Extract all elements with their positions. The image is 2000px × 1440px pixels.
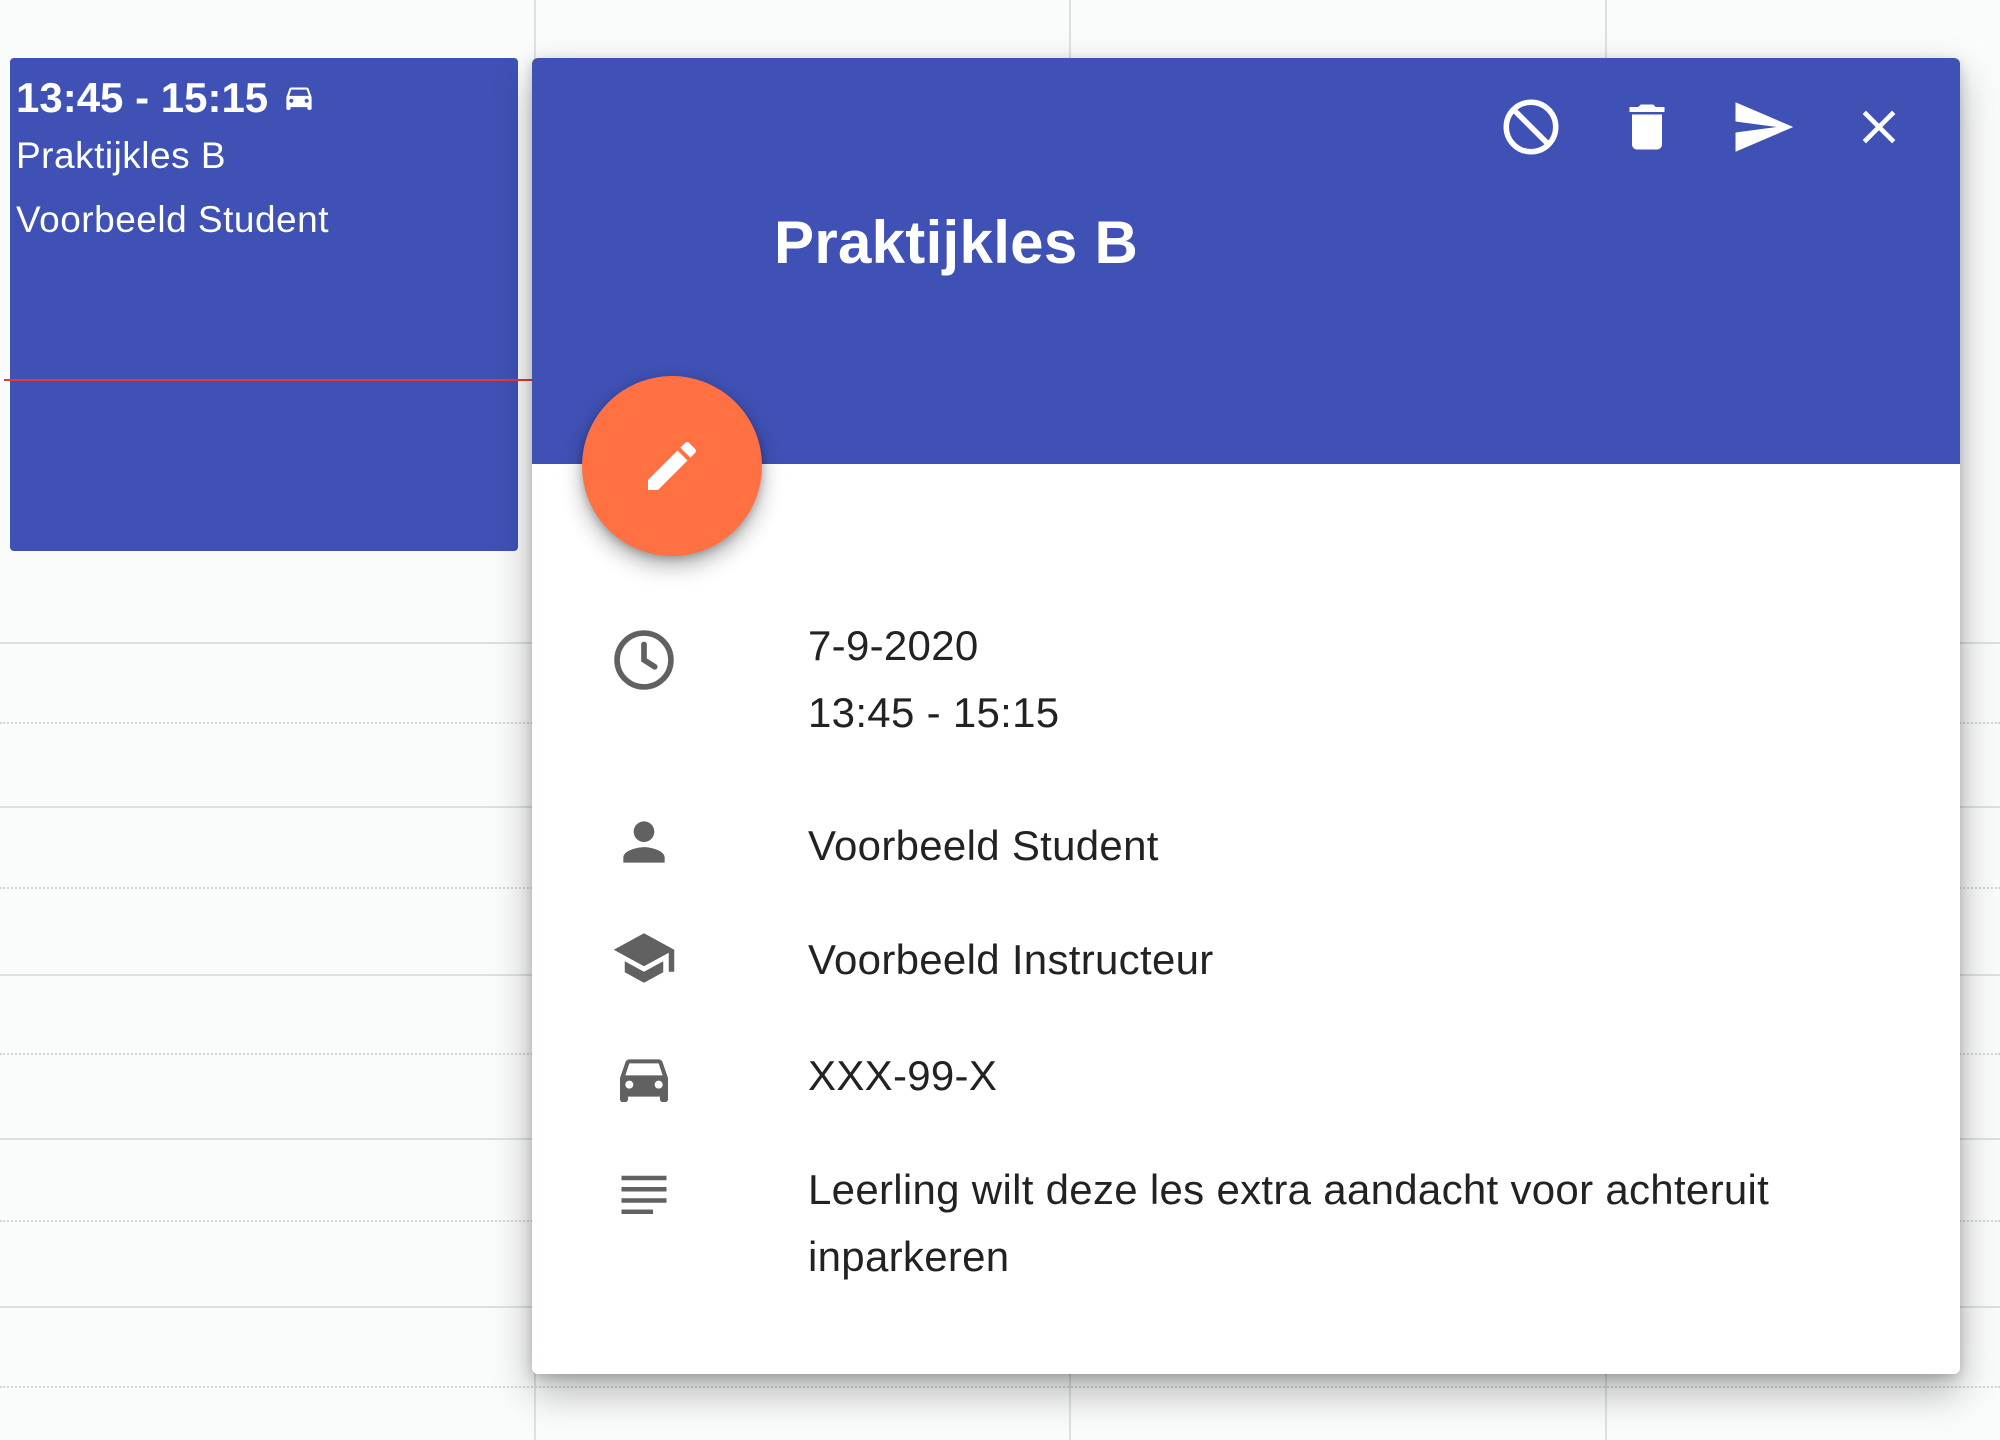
block-icon	[1503, 99, 1559, 155]
edit-button[interactable]	[582, 376, 762, 556]
close-icon	[1862, 110, 1896, 144]
event-time-row: 13:45 - 15:15	[16, 72, 512, 124]
close-button[interactable]	[1846, 94, 1912, 160]
person-icon	[608, 806, 680, 878]
detail-note: Leerling wilt deze les extra aandacht vo…	[808, 1166, 1770, 1280]
calendar-half-hour-line	[0, 1386, 2000, 1388]
notes-icon	[608, 1160, 680, 1232]
pencil-icon	[648, 441, 697, 490]
detail-instructor: Voorbeeld Instructeur	[808, 936, 1214, 983]
popup-header: Praktijkles B	[532, 58, 1960, 464]
event-title: Praktijkles B	[16, 135, 227, 176]
event-time: 13:45 - 15:15	[16, 74, 269, 121]
event-detail-popup: Praktijkles B 7-9-2020 13:45 - 15:15 Voo…	[532, 58, 1960, 1374]
send-button[interactable]	[1730, 94, 1796, 160]
car-icon	[608, 1042, 680, 1114]
cancel-appointment-button[interactable]	[1498, 94, 1564, 160]
calendar-event[interactable]: 13:45 - 15:15 Praktijkles B Voorbeeld St…	[10, 58, 518, 551]
school-icon	[608, 922, 680, 994]
popup-toolbar	[1498, 94, 1912, 160]
send-icon	[1735, 102, 1794, 152]
clock-icon	[608, 624, 680, 696]
detail-date: 7-9-2020	[808, 622, 979, 669]
event-student: Voorbeeld Student	[16, 199, 329, 240]
popup-title: Praktijkles B	[774, 209, 1139, 276]
car-icon	[280, 72, 318, 124]
detail-student: Voorbeeld Student	[808, 822, 1159, 869]
detail-vehicle: XXX-99-X	[808, 1052, 998, 1099]
detail-time: 13:45 - 15:15	[808, 689, 1060, 736]
trash-icon	[1629, 104, 1665, 150]
delete-button[interactable]	[1614, 94, 1680, 160]
current-time-indicator	[4, 379, 534, 381]
